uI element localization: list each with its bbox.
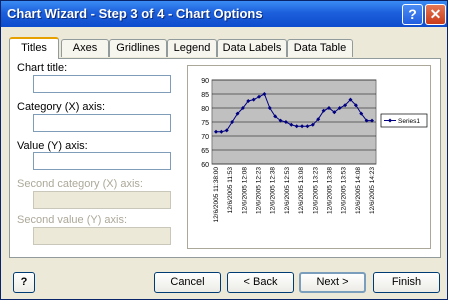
window-title: Chart Wizard - Step 3 of 4 - Chart Optio…	[7, 6, 263, 21]
legend-label: Series1	[398, 118, 420, 125]
chart-title-label: Chart title:	[17, 62, 68, 74]
second-category-x-axis-label: Second category (X) axis:	[17, 178, 143, 190]
tab-data-labels[interactable]: Data Labels	[217, 39, 287, 57]
title-bar: Chart Wizard - Step 3 of 4 - Chart Optio…	[1, 1, 447, 27]
y-tick-label: 80	[201, 106, 209, 113]
x-tick-label: 12/6/2005 14:23	[369, 167, 376, 214]
y-tick-label: 65	[201, 148, 209, 155]
y-tick-label: 90	[201, 78, 209, 85]
finish-button[interactable]: Finish	[373, 272, 440, 293]
y-tick-label: 60	[201, 162, 209, 169]
x-tick-label: 12/6/2005 11:53	[227, 167, 234, 214]
x-tick-label: 12/6/2005 13:23	[312, 167, 319, 214]
tab-legend[interactable]: Legend	[167, 39, 217, 57]
tab-gridlines[interactable]: Gridlines	[109, 39, 167, 57]
help-button[interactable]: ?	[13, 272, 35, 293]
value-y-axis-input[interactable]	[33, 152, 171, 170]
category-x-axis-input[interactable]	[33, 114, 171, 132]
second-value-y-axis-input	[33, 227, 171, 245]
close-button[interactable]: ✕	[425, 4, 446, 25]
y-tick-label: 85	[201, 92, 209, 99]
x-tick-label: 12/6/2005 12:53	[284, 167, 291, 214]
second-category-x-axis-input	[33, 191, 171, 209]
y-tick-label: 75	[201, 120, 209, 127]
x-tick-label: 12/6/2005 12:23	[256, 167, 263, 214]
category-x-axis-label: Category (X) axis:	[17, 101, 106, 113]
tab-data-table[interactable]: Data Table	[287, 39, 353, 57]
value-y-axis-label: Value (Y) axis:	[17, 140, 88, 152]
help-title-button[interactable]: ?	[402, 4, 423, 25]
x-tick-label: 12/6/2005 12:38	[270, 167, 277, 214]
chart-preview: 60 65 70 75 80 85 90 12/6/2005 11:38:00 12/6/200…	[187, 65, 431, 249]
x-tick-label: 12/6/2005 11:38:00	[213, 167, 220, 223]
tab-titles[interactable]: Titles	[9, 37, 59, 59]
x-tick-label: 12/6/2005 12:08	[241, 167, 248, 214]
chart-preview-svg: 60 65 70 75 80 85 90 12/6/2005 11:38:00 12/6/200…	[201, 78, 428, 223]
x-tick-label: 12/6/2005 13:53	[341, 167, 348, 214]
cancel-button[interactable]: Cancel	[154, 272, 221, 293]
x-tick-label: 12/6/2005 13:08	[298, 167, 305, 214]
x-tick-label: 12/6/2005 13:38	[326, 167, 333, 214]
chart-wizard-dialog: Chart Wizard - Step 3 of 4 - Chart Optio…	[0, 0, 448, 300]
y-tick-label: 70	[201, 134, 209, 141]
x-tick-label: 12/6/2005 14:08	[355, 167, 362, 214]
chart-title-input[interactable]	[33, 75, 171, 93]
next-button[interactable]: Next >	[299, 272, 366, 293]
second-value-y-axis-label: Second value (Y) axis:	[17, 214, 128, 226]
back-button[interactable]: < Back	[227, 272, 294, 293]
tab-axes[interactable]: Axes	[61, 39, 109, 57]
